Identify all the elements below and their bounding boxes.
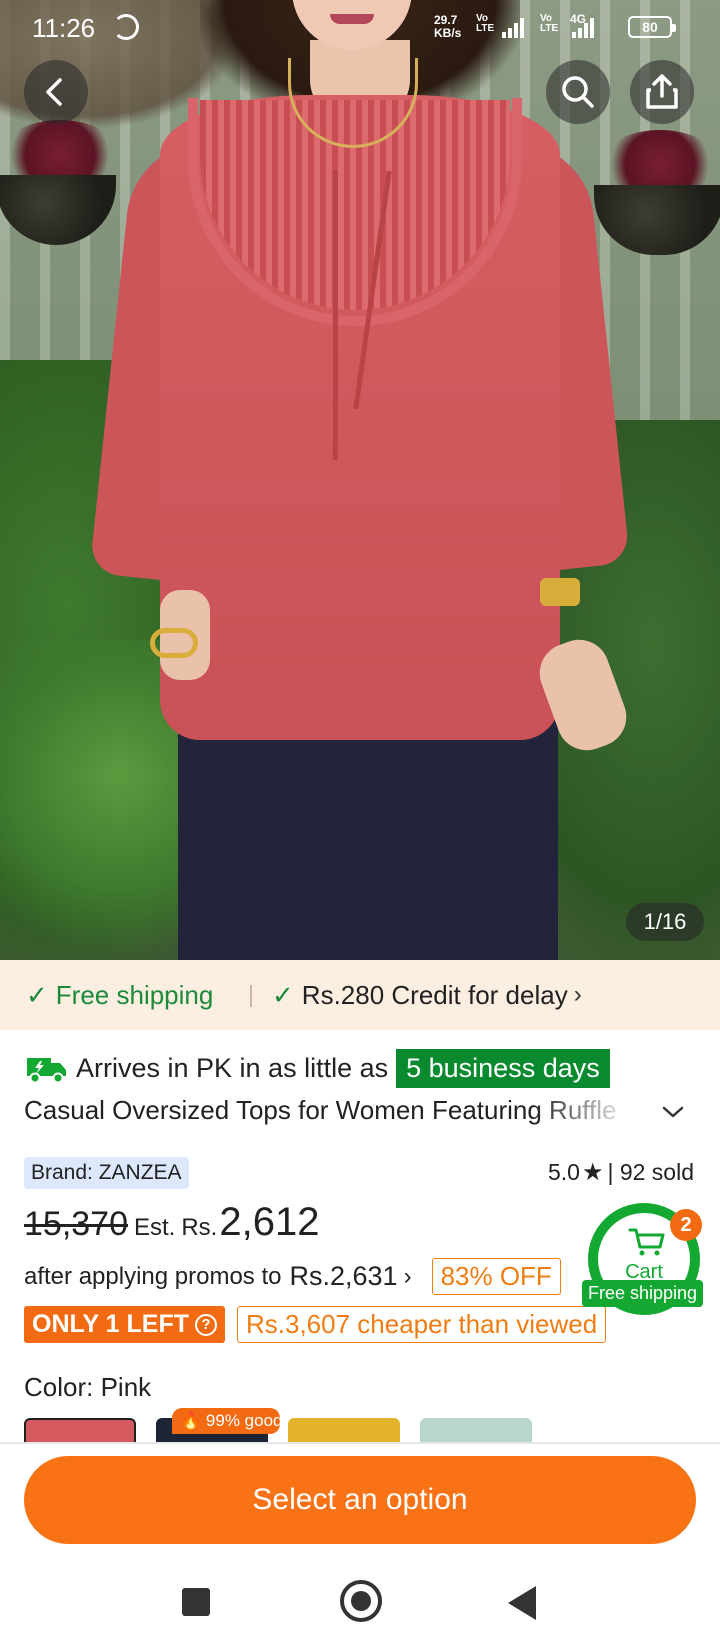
product-image[interactable]	[0, 0, 720, 960]
discount-badge: 83% OFF	[431, 1258, 561, 1295]
product-title: Casual Oversized Tops for Women Featurin…	[24, 1095, 617, 1125]
sync-icon	[113, 14, 139, 40]
swatch-mint[interactable]	[420, 1418, 532, 1442]
wristwatch	[540, 578, 580, 606]
chevron-down-icon[interactable]	[658, 1097, 688, 1127]
color-label: Color: Pink	[24, 1372, 152, 1402]
volte-icon-2: Vo LTE	[540, 13, 559, 34]
recents-button[interactable]	[182, 1588, 210, 1616]
original-price: 15,370	[24, 1205, 128, 1243]
stock-row: ONLY 1 LEFT? Rs.3,607 cheaper than viewe…	[24, 1306, 607, 1343]
network-speed: 29.7 KB/s	[434, 13, 462, 40]
check-icon: ✓	[272, 979, 294, 1010]
chevron-left-icon	[46, 78, 62, 106]
cart-free-shipping-label: Free shipping	[582, 1280, 704, 1307]
signal-icon-2	[572, 16, 594, 38]
chevron-right-icon: ›	[573, 981, 582, 1008]
good-badge-text: 99% good	[205, 1411, 280, 1430]
share-icon	[646, 74, 678, 109]
signal-icon-1	[502, 16, 524, 38]
product-title-row[interactable]: Casual Oversized Tops for Women Featurin…	[24, 1095, 696, 1131]
cart-count-badge: 2	[670, 1209, 702, 1241]
rating-value: 5.0	[547, 1159, 580, 1185]
rating-summary[interactable]: 5.0 ★ | 92 sold	[548, 1158, 694, 1187]
color-swatches	[24, 1410, 720, 1442]
current-price: 2,612	[219, 1200, 320, 1244]
low-stock-badge[interactable]: ONLY 1 LEFT?	[24, 1306, 225, 1343]
title-fade	[534, 1095, 634, 1131]
system-nav-bar	[0, 1558, 720, 1650]
cheaper-badge: Rs.3,607 cheaper than viewed	[236, 1306, 607, 1343]
blouse-tie	[333, 170, 338, 460]
status-time: 11:26	[32, 13, 96, 43]
arrival-info: Arrives in PK in as little as 5 business…	[26, 1048, 610, 1088]
truck-icon	[27, 1058, 66, 1084]
arrival-text: Arrives in PK in as little as	[76, 1052, 389, 1083]
help-icon[interactable]: ?	[194, 1313, 217, 1336]
shipping-strip[interactable]: ✓ Free shipping ✓ Rs.280 Credit for dela…	[0, 960, 720, 1030]
system-back-button[interactable]	[508, 1586, 536, 1620]
status-bar: 11:26 29.7 KB/s Vo LTE Vo LTE 4G 80	[0, 0, 720, 54]
bracelet	[150, 628, 198, 658]
free-shipping-text: Free shipping	[55, 979, 214, 1010]
est-label: Est.	[134, 1214, 176, 1241]
check-icon: ✓	[26, 979, 48, 1010]
star-icon: ★	[581, 1159, 604, 1186]
delay-credit-text: Rs.280 Credit for delay	[301, 979, 568, 1010]
select-option-button[interactable]: Select an option	[24, 1456, 696, 1544]
search-icon	[562, 76, 594, 108]
low-stock-text: ONLY 1 LEFT	[32, 1310, 189, 1338]
brand-badge[interactable]: Brand: ZANZEA	[24, 1157, 189, 1189]
chevron-right-icon: ›	[403, 1262, 412, 1290]
image-counter: 1/16	[626, 903, 704, 941]
arrival-days-badge: 5 business days	[396, 1048, 610, 1088]
sold-count: | 92 sold	[607, 1159, 694, 1185]
promo-text: after applying promos to	[24, 1262, 282, 1290]
currency-label: Rs.	[181, 1214, 218, 1241]
swatch-pink[interactable]	[24, 1418, 136, 1442]
volte-icon-1: Vo LTE	[476, 13, 495, 34]
delay-credit-info[interactable]: ✓ Rs.280 Credit for delay ›	[272, 980, 582, 1011]
share-button[interactable]	[630, 60, 694, 124]
back-button[interactable]	[24, 60, 88, 124]
rating-good-badge: 🔥 99% good	[172, 1408, 280, 1434]
swatch-yellow[interactable]	[288, 1418, 400, 1442]
free-shipping-info: ✓ Free shipping	[26, 980, 213, 1011]
battery-icon: 80	[628, 16, 676, 38]
promo-row[interactable]: after applying promos to Rs.2,631 › 83% …	[24, 1258, 561, 1295]
price-row: 15,370 Est. Rs. 2,612	[24, 1200, 319, 1245]
divider	[0, 1442, 720, 1444]
divider	[250, 985, 252, 1007]
flame-icon: 🔥	[180, 1411, 202, 1430]
home-button[interactable]	[340, 1580, 382, 1622]
search-button[interactable]	[546, 60, 610, 124]
cart-icon	[628, 1228, 665, 1256]
promo-price: Rs.2,631	[289, 1261, 398, 1291]
